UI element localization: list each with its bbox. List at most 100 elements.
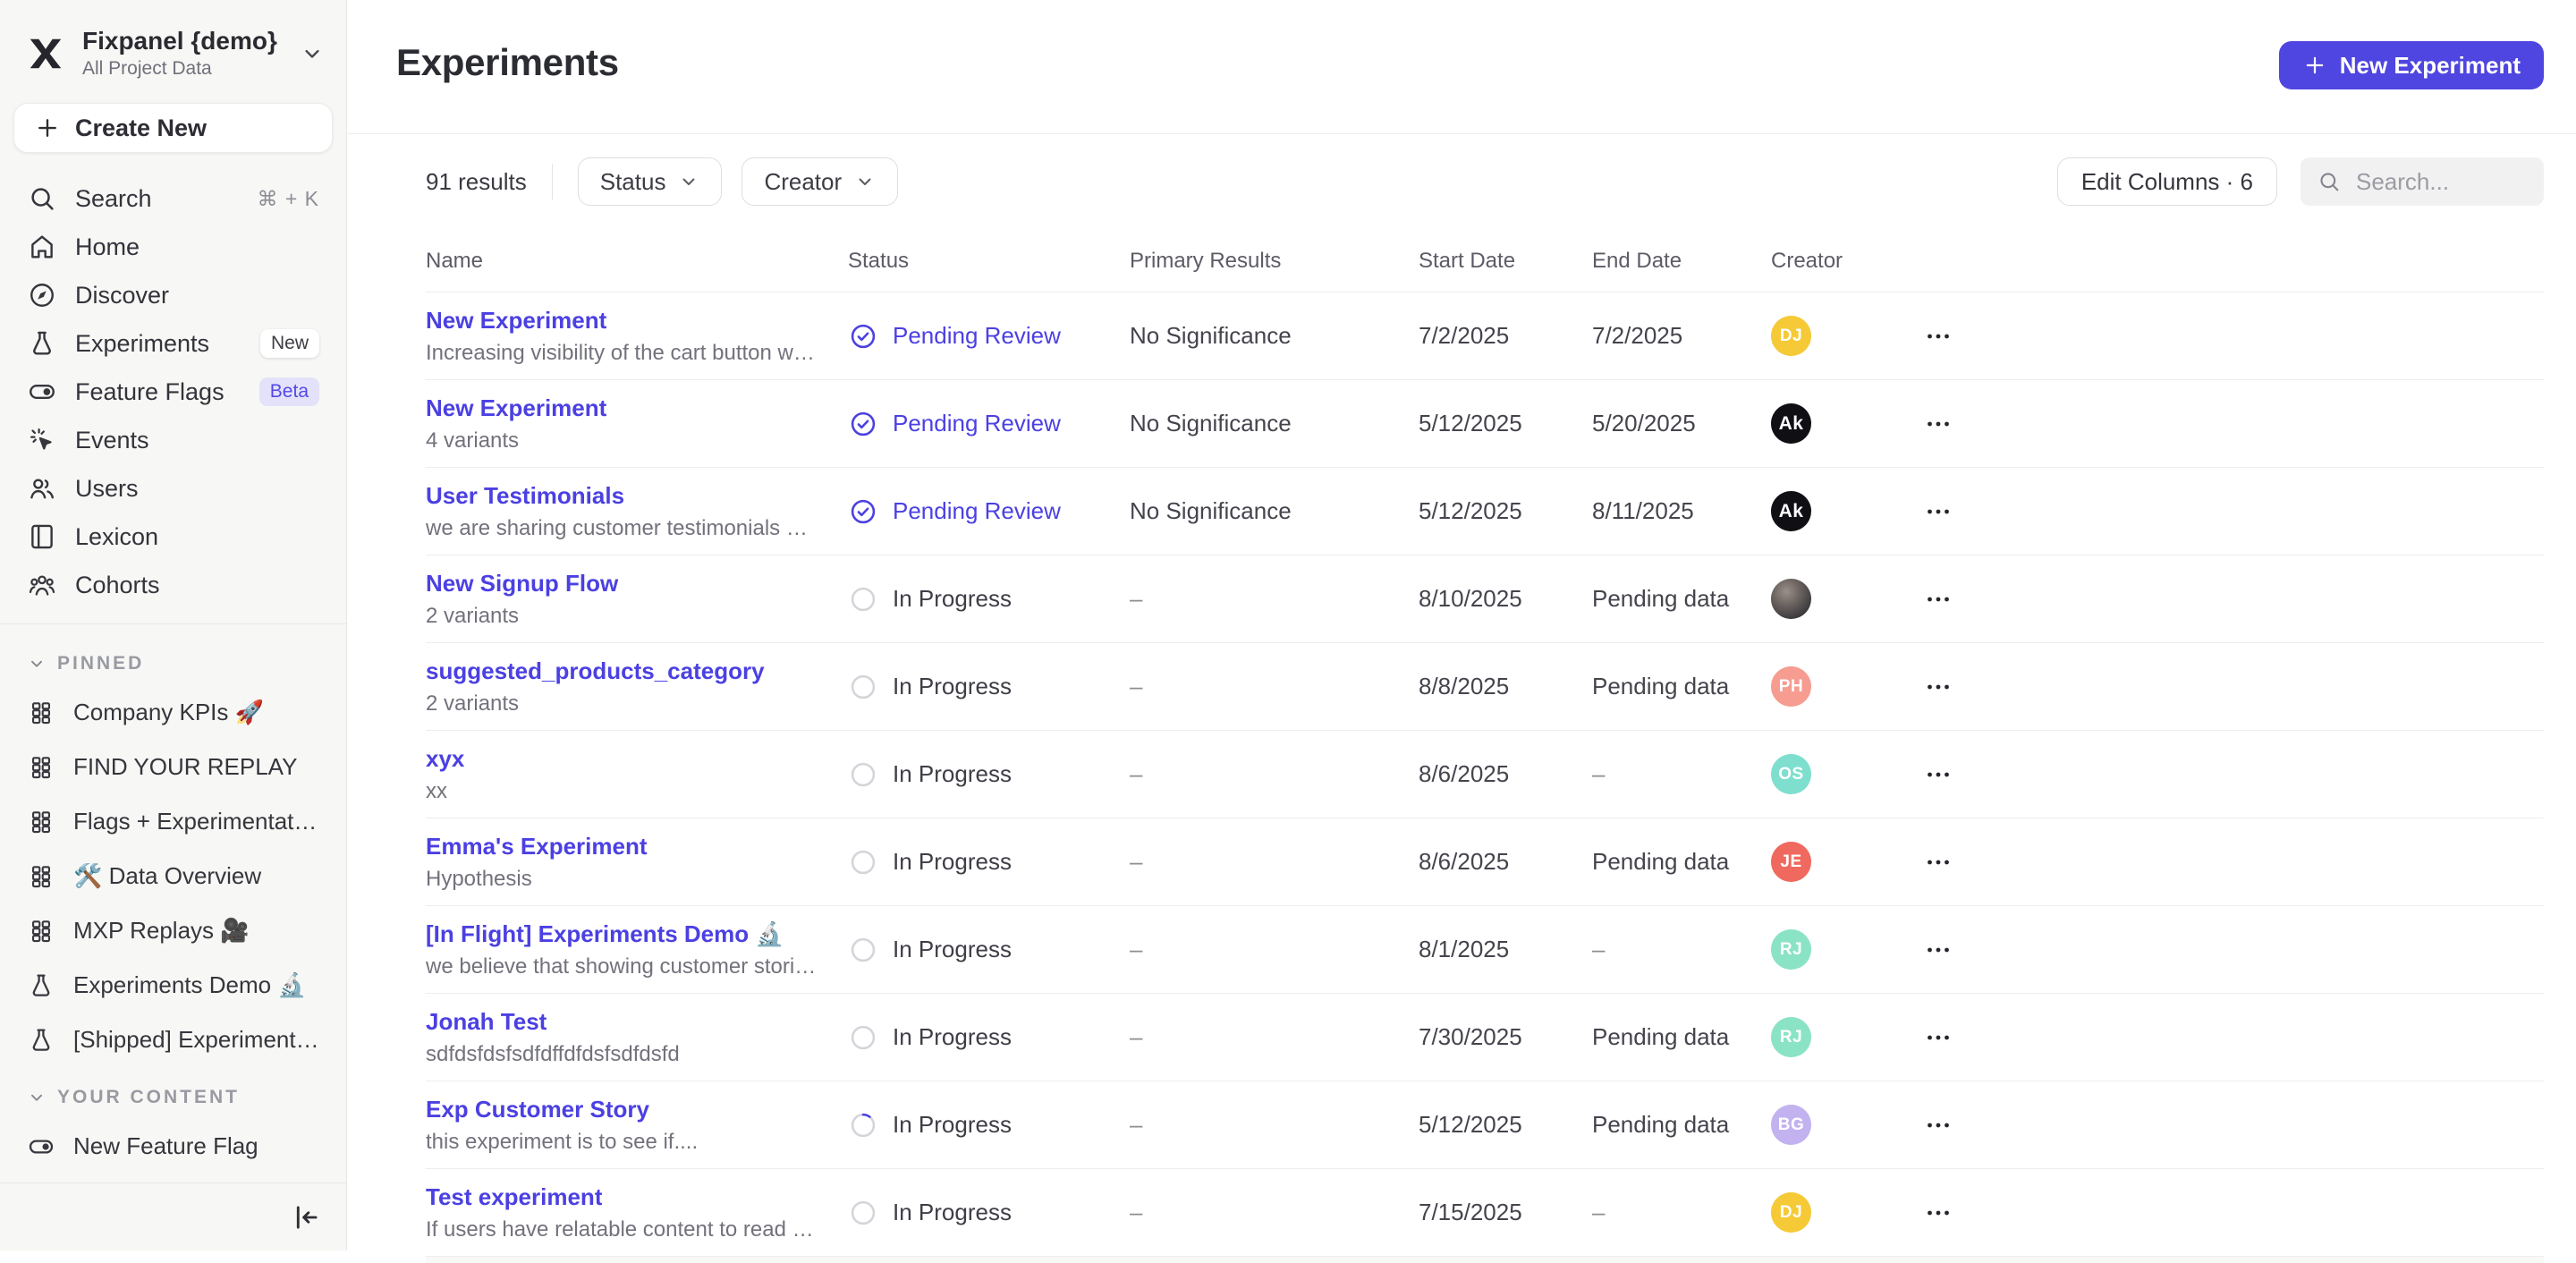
status-filter-button[interactable]: Status	[578, 157, 723, 206]
workspace-name: Fixpanel {demo}	[82, 27, 284, 55]
sidebar-nav-item[interactable]: Lexicon	[13, 513, 334, 561]
new-experiment-button[interactable]: New Experiment	[2279, 41, 2544, 89]
chevron-down-icon	[854, 171, 876, 192]
edit-columns-button[interactable]: Edit Columns · 6	[2057, 157, 2277, 206]
row-actions-menu[interactable]	[1923, 847, 1953, 877]
chevron-down-icon	[27, 1088, 47, 1107]
experiment-name-link[interactable]: User Testimonials	[426, 482, 624, 510]
primary-results-value: No Significance	[1130, 322, 1419, 350]
primary-results-value: –	[1130, 936, 1419, 963]
experiment-row[interactable]: Test experiment If users have relatable …	[426, 1169, 2544, 1257]
experiment-row[interactable]: New Experiment Increasing visibility of …	[426, 292, 2544, 380]
end-date-value: Pending data	[1592, 1111, 1771, 1139]
experiment-description: 2 variants	[426, 604, 818, 629]
experiment-row[interactable]: New Signup Flow 2 variants In Progress –…	[426, 555, 2544, 643]
creator-cell: DJ	[1771, 316, 1923, 356]
row-actions-menu[interactable]	[1923, 759, 1953, 790]
row-actions-menu[interactable]	[1923, 935, 1953, 965]
row-actions-menu[interactable]	[1923, 1110, 1953, 1140]
table-footer-strip	[426, 1257, 2544, 1263]
status-cell: Pending Review	[848, 496, 1130, 527]
primary-results-value: –	[1130, 848, 1419, 876]
pinned-item[interactable]: Experiments Demo 🔬	[13, 958, 334, 1013]
status-cell: In Progress	[848, 1198, 1130, 1228]
pinned-item[interactable]: Flags + Experimentation Demo ,	[13, 794, 334, 849]
collapse-sidebar-icon[interactable]	[289, 1200, 323, 1234]
experiment-row[interactable]: New Experiment 4 variants Pending Review…	[426, 380, 2544, 468]
experiment-row[interactable]: Exp Customer Story this experiment is to…	[426, 1081, 2544, 1169]
experiment-name-link[interactable]: Test experiment	[426, 1183, 602, 1211]
pinned-item[interactable]: Company KPIs 🚀	[13, 685, 334, 740]
experiment-name-link[interactable]: New Signup Flow	[426, 570, 618, 598]
your-content-section-header[interactable]: YOUR CONTENT	[0, 1067, 346, 1115]
creator-cell: JE	[1771, 842, 1923, 882]
experiment-description: we are sharing customer testimonials as …	[426, 516, 818, 541]
pinned-item[interactable]: [Shipped] Experiments Demo 🖊️	[13, 1013, 334, 1067]
status-cell: In Progress	[848, 1022, 1130, 1053]
experiment-description: 2 variants	[426, 691, 818, 716]
pinned-section-header[interactable]: PINNED	[0, 633, 346, 682]
pinned-item[interactable]: MXP Replays 🎥	[13, 903, 334, 958]
name-cell: xyx xx	[426, 745, 848, 804]
experiment-row[interactable]: Jonah Test sdfdsfdsfsdfdffdfdsfsdfdsfd I…	[426, 994, 2544, 1081]
row-actions-menu[interactable]	[1923, 409, 1953, 439]
name-cell: [In Flight] Experiments Demo 🔬 we believ…	[426, 920, 848, 979]
events-icon	[27, 425, 57, 455]
sidebar-nav-item[interactable]: Experiments New	[13, 319, 334, 368]
your-content-item[interactable]: New Feature Flag	[13, 1119, 334, 1174]
create-new-button[interactable]: Create New	[13, 103, 333, 153]
workspace-switcher[interactable]: Fixpanel {demo} All Project Data	[0, 0, 346, 85]
experiment-row[interactable]: User Testimonials we are sharing custome…	[426, 468, 2544, 555]
creator-avatar: RJ	[1771, 1017, 1811, 1057]
experiment-row[interactable]: suggested_products_category 2 variants I…	[426, 643, 2544, 731]
pinned-item-label: FIND YOUR REPLAY	[73, 753, 297, 781]
experiment-name-link[interactable]: [In Flight] Experiments Demo 🔬	[426, 920, 784, 948]
sidebar-divider	[0, 623, 346, 624]
experiment-name-link[interactable]: New Experiment	[426, 394, 606, 422]
status-cell: Pending Review	[848, 321, 1130, 352]
sidebar-nav-item[interactable]: Home	[13, 223, 334, 271]
row-actions-menu[interactable]	[1923, 672, 1953, 702]
experiment-name-link[interactable]: New Experiment	[426, 307, 606, 335]
row-actions-menu[interactable]	[1923, 496, 1953, 527]
experiment-row[interactable]: [In Flight] Experiments Demo 🔬 we believ…	[426, 906, 2544, 994]
board-icon	[27, 862, 55, 891]
row-actions-menu[interactable]	[1923, 321, 1953, 352]
creator-avatar: JE	[1771, 842, 1811, 882]
table-search[interactable]	[2301, 157, 2544, 206]
creator-cell: Ak	[1771, 491, 1923, 531]
experiment-row[interactable]: xyx xx In Progress – 8/6/2025 – OS	[426, 731, 2544, 818]
pinned-item-label: Company KPIs 🚀	[73, 699, 264, 726]
experiment-name-link[interactable]: Jonah Test	[426, 1008, 547, 1036]
pinned-item[interactable]: FIND YOUR REPLAY	[13, 740, 334, 794]
row-actions-menu[interactable]	[1923, 1022, 1953, 1053]
experiment-name-link[interactable]: Emma's Experiment	[426, 833, 648, 860]
sidebar-nav-item[interactable]: Users	[13, 464, 334, 513]
sidebar-nav-label: Cohorts	[75, 572, 319, 599]
experiment-name-link[interactable]: xyx	[426, 745, 464, 773]
row-actions-menu[interactable]	[1923, 1198, 1953, 1228]
experiment-name-link[interactable]: Exp Customer Story	[426, 1096, 649, 1123]
primary-results-value: No Significance	[1130, 410, 1419, 437]
table-body: New Experiment Increasing visibility of …	[426, 292, 2544, 1257]
end-date-value: Pending data	[1592, 673, 1771, 700]
row-actions-menu[interactable]	[1923, 584, 1953, 615]
pinned-item-label: 🛠️ Data Overview	[73, 862, 261, 890]
creator-cell: PH	[1771, 666, 1923, 707]
sidebar-nav-item[interactable]: Search ⌘ + K	[13, 174, 334, 223]
sidebar-nav-item[interactable]: Feature Flags Beta	[13, 368, 334, 416]
sidebar-nav-item[interactable]: Cohorts	[13, 561, 334, 609]
search-input[interactable]	[2354, 167, 2528, 197]
flask-icon	[27, 328, 57, 359]
creator-cell: BG	[1771, 1105, 1923, 1145]
sidebar-nav-item[interactable]: Discover	[13, 271, 334, 319]
pinned-item[interactable]: 🛠️ Data Overview	[13, 849, 334, 903]
creator-filter-button[interactable]: Creator	[741, 157, 898, 206]
plus-icon	[2302, 53, 2327, 78]
sidebar-nav-item[interactable]: Events	[13, 416, 334, 464]
experiment-row[interactable]: Emma's Experiment Hypothesis In Progress…	[426, 818, 2544, 906]
page-header: Experiments New Experiment	[348, 0, 2576, 134]
experiment-name-link[interactable]: suggested_products_category	[426, 657, 765, 685]
column-header-creator: Creator	[1771, 249, 1923, 274]
name-cell: Jonah Test sdfdsfdsfsdfdffdfdsfsdfdsfd	[426, 1008, 848, 1067]
